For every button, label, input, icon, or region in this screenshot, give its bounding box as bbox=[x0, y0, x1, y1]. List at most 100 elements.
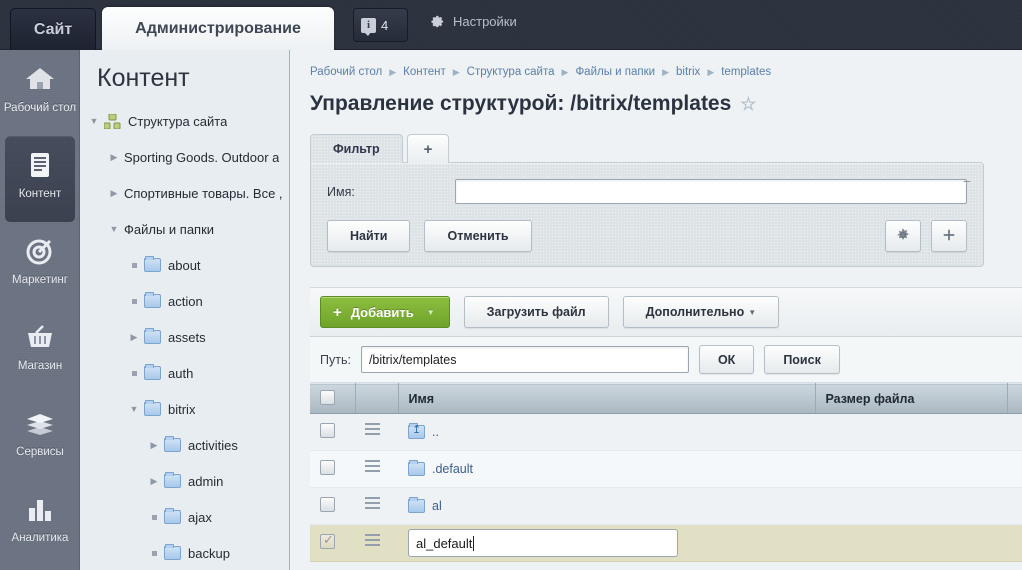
tab-site[interactable]: Сайт bbox=[10, 8, 96, 50]
filter-settings-button[interactable] bbox=[885, 220, 921, 252]
breadcrumb-item[interactable]: Файлы и папки bbox=[575, 66, 655, 78]
filter-name-input[interactable] bbox=[455, 179, 967, 204]
folder-icon bbox=[144, 364, 161, 380]
rail-item-content[interactable]: Контент bbox=[5, 136, 75, 222]
row-select-cell bbox=[310, 524, 355, 562]
rail-item-services[interactable]: Сервисы bbox=[0, 394, 80, 480]
row-checkbox[interactable] bbox=[320, 423, 335, 438]
upload-file-button[interactable]: Загрузить файл bbox=[463, 296, 609, 328]
row-menu-cell bbox=[355, 413, 398, 451]
row-menu-icon[interactable] bbox=[365, 460, 380, 475]
more-button[interactable]: Дополнительно ▼ bbox=[622, 296, 780, 328]
row-menu-icon[interactable] bbox=[365, 534, 380, 549]
breadcrumb-separator: ▶ bbox=[662, 66, 670, 77]
star-outline-icon[interactable]: ☆ bbox=[740, 94, 756, 115]
row-checkbox[interactable] bbox=[320, 497, 335, 512]
select-all-checkbox[interactable] bbox=[320, 389, 335, 405]
path-input[interactable]: /bitrix/templates bbox=[360, 346, 689, 373]
chevron-down-icon: ▼ bbox=[748, 307, 757, 317]
tree-node-label: about bbox=[168, 257, 201, 273]
rail-item-analytics[interactable]: Аналитика bbox=[0, 480, 80, 566]
row-menu-icon[interactable] bbox=[365, 497, 380, 512]
rail-item-desktop[interactable]: Рабочий стол bbox=[0, 50, 80, 136]
filter-name-row: Имя: bbox=[327, 179, 967, 204]
rail-item-shop[interactable]: Магазин bbox=[0, 308, 80, 394]
chevron-right-icon[interactable]: ▶ bbox=[104, 152, 124, 163]
top-bar: Сайт Администрирование i 4 Настройки bbox=[0, 0, 1022, 50]
tree-node[interactable]: auth bbox=[80, 355, 289, 391]
column-header-size[interactable]: Размер файла bbox=[815, 383, 1008, 414]
tree-node[interactable]: action bbox=[80, 283, 289, 319]
breadcrumb-item[interactable]: Рабочий стол bbox=[310, 66, 382, 78]
tree-node[interactable]: ajax bbox=[80, 499, 289, 535]
tab-administration[interactable]: Администрирование bbox=[102, 7, 334, 50]
row-menu-cell bbox=[355, 524, 398, 562]
tree-node[interactable]: ▶ Спортивные товары. Все , bbox=[80, 175, 289, 211]
tree-node[interactable]: about bbox=[80, 247, 289, 283]
info-bubble-icon: i bbox=[361, 17, 376, 36]
breadcrumb-item[interactable]: bitrix bbox=[676, 66, 700, 78]
table-row[interactable]: al_default bbox=[310, 524, 1022, 562]
content-area: Рабочий стол ▶ Контент ▶ Структура сайта ▶ Фай… bbox=[291, 50, 1022, 570]
chevron-right-icon[interactable]: ▶ bbox=[104, 188, 124, 199]
notifications-button[interactable]: i 4 bbox=[353, 8, 408, 42]
row-name-label[interactable]: al bbox=[432, 499, 442, 513]
chevron-down-icon: ▼ bbox=[426, 307, 435, 317]
filter-name-label: Имя: bbox=[327, 184, 355, 199]
chevron-down-icon[interactable]: ▼ bbox=[104, 224, 124, 234]
page-title-text: Управление структурой: /bitrix/templates bbox=[310, 92, 732, 115]
table-row[interactable]: al bbox=[310, 487, 1022, 525]
bar-chart-icon bbox=[23, 492, 57, 526]
tree-node[interactable]: ▶ assets bbox=[80, 319, 289, 355]
filter-add-button[interactable] bbox=[931, 220, 967, 252]
tree-node[interactable]: ▼ Файлы и папки bbox=[80, 211, 289, 247]
tree-node[interactable]: ▼ bitrix bbox=[80, 391, 289, 427]
row-menu-icon[interactable] bbox=[365, 423, 380, 438]
breadcrumb-item[interactable]: Структура сайта bbox=[467, 66, 555, 78]
tree-node[interactable]: backup bbox=[80, 535, 289, 570]
cancel-button[interactable]: Отменить bbox=[424, 220, 532, 252]
breadcrumb-item[interactable]: Контент bbox=[403, 66, 446, 78]
chevron-right-icon[interactable]: ▶ bbox=[124, 332, 144, 343]
row-menu-cell bbox=[355, 487, 398, 525]
table-header-row: Имя Размер файла bbox=[310, 383, 1022, 414]
settings-link[interactable]: Настройки bbox=[430, 14, 517, 29]
row-name-label[interactable]: .. bbox=[432, 425, 439, 439]
sitemap-icon bbox=[103, 113, 121, 129]
tree-node-label: assets bbox=[168, 329, 206, 345]
add-button[interactable]: + Добавить ▼ bbox=[320, 296, 450, 328]
tree-node[interactable]: ▼ Структура сайта bbox=[80, 103, 289, 139]
chevron-down-icon[interactable]: ▼ bbox=[84, 116, 104, 126]
row-name-label[interactable]: .default bbox=[432, 462, 473, 476]
tab-add-filter[interactable]: + bbox=[406, 134, 450, 163]
collapse-filter-button[interactable]: − bbox=[963, 173, 971, 189]
find-button[interactable]: Найти bbox=[327, 220, 411, 252]
table-row[interactable]: .default bbox=[310, 450, 1022, 488]
folder-icon bbox=[164, 472, 181, 488]
breadcrumb-item[interactable]: templates bbox=[721, 66, 771, 78]
tree-node[interactable]: ▶ Sporting Goods. Outdoor a bbox=[80, 139, 289, 175]
row-checkbox[interactable] bbox=[320, 460, 335, 475]
row-checkbox[interactable] bbox=[320, 532, 335, 549]
tree-node-label: auth bbox=[168, 365, 194, 381]
path-search-button[interactable]: Поиск bbox=[764, 345, 840, 374]
tree-node[interactable]: ▶ admin bbox=[80, 463, 289, 499]
path-ok-button[interactable]: ОК bbox=[698, 345, 755, 374]
target-icon bbox=[23, 234, 57, 268]
rail-item-marketing[interactable]: Маркетинг bbox=[0, 222, 80, 308]
tree-bullet bbox=[144, 550, 164, 556]
rename-input[interactable]: al_default bbox=[408, 529, 678, 557]
rail-label: Контент bbox=[18, 188, 62, 200]
tree-node[interactable]: ▶ activities bbox=[80, 427, 289, 463]
chevron-right-icon[interactable]: ▶ bbox=[144, 476, 164, 487]
table-row[interactable]: .. bbox=[310, 413, 1022, 451]
row-name-cell: al_default bbox=[398, 524, 815, 562]
tree-node-label: backup bbox=[188, 545, 230, 561]
chevron-right-icon[interactable]: ▶ bbox=[144, 440, 164, 451]
file-table: Имя Размер файла .. .default al al_default bbox=[310, 383, 1022, 562]
column-header-name[interactable]: Имя bbox=[398, 383, 816, 414]
chevron-down-icon[interactable]: ▼ bbox=[124, 404, 144, 414]
row-extra-cell bbox=[1007, 487, 1022, 525]
text-caret bbox=[473, 535, 475, 551]
tab-filter[interactable]: Фильтр bbox=[310, 134, 403, 163]
